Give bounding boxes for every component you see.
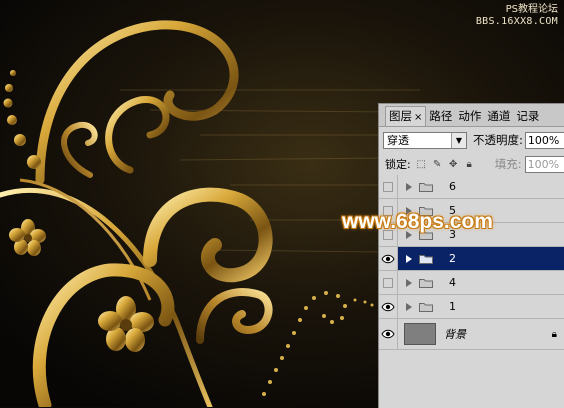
tab-layers[interactable]: 图层 ×	[385, 106, 427, 126]
layer-name: 背景	[444, 328, 466, 341]
close-icon[interactable]: ×	[414, 112, 422, 123]
layers-panel: 图层 × 路径 动作 通道 记录 穿透 ▼ 不透明度: 100% 锁定: ⬚ ✎ …	[378, 103, 564, 408]
layer-row[interactable]: 6	[379, 175, 564, 199]
tab-history[interactable]: 记录	[513, 107, 542, 126]
layer-row[interactable]: 1	[379, 295, 564, 319]
layer-name: 2	[449, 252, 456, 265]
tab-channels[interactable]: 通道	[484, 107, 513, 126]
watermark-line2: BBS.16XX8.COM	[475, 16, 558, 27]
layer-name: 4	[449, 276, 456, 289]
tab-label: 图层	[389, 109, 412, 123]
layer-row[interactable]: 2	[379, 247, 564, 271]
folder-icon	[419, 302, 433, 312]
eye-icon[interactable]	[379, 247, 398, 270]
blend-mode-value: 穿透	[387, 134, 409, 147]
opacity-label: 不透明度:	[473, 133, 523, 147]
lock-row: 锁定: ⬚ ✎ ✥ 🔒︎ 填充: 100%	[379, 153, 564, 176]
tab-actions[interactable]: 动作	[455, 107, 484, 126]
layer-thumbnail	[404, 323, 436, 345]
layer-row[interactable]: 4	[379, 271, 564, 295]
layer-list: 6 5 3 2 4 1 背景 🔒︎	[379, 175, 564, 350]
opacity-input[interactable]: 100%	[524, 131, 564, 149]
blend-row: 穿透 ▼ 不透明度: 100%	[379, 127, 564, 153]
panel-tabs: 图层 × 路径 动作 通道 记录	[379, 104, 564, 127]
watermark-center: www.68ps.com	[342, 210, 493, 233]
eye-icon[interactable]	[379, 319, 398, 349]
tab-paths[interactable]: 路径	[426, 107, 455, 126]
eye-icon[interactable]	[379, 295, 398, 318]
expand-triangle-icon[interactable]	[406, 254, 412, 263]
blend-mode-select[interactable]: 穿透 ▼	[383, 131, 467, 149]
watermark-line1: PS教程论坛	[505, 4, 558, 15]
folder-icon	[419, 254, 433, 264]
background-layer-row[interactable]: 背景 🔒︎	[379, 319, 564, 350]
expand-triangle-icon[interactable]	[406, 278, 412, 287]
folder-icon	[419, 278, 433, 288]
lock-all-icon[interactable]: 🔒︎	[464, 159, 475, 170]
folder-icon	[419, 182, 433, 192]
watermark-top: PS教程论坛 BBS.16XX8.COM	[476, 4, 558, 28]
visibility-toggle[interactable]	[379, 271, 398, 294]
chevron-down-icon: ▼	[451, 132, 466, 148]
lock-transparency-icon[interactable]: ⬚	[416, 159, 427, 170]
lock-label: 锁定:	[385, 158, 411, 171]
visibility-toggle[interactable]	[379, 175, 398, 198]
expand-triangle-icon[interactable]	[406, 302, 412, 311]
fill-label: 填充:	[494, 157, 522, 171]
lock-pixels-icon[interactable]: ✎	[432, 159, 443, 170]
expand-triangle-icon[interactable]	[406, 182, 412, 191]
layer-name: 1	[449, 300, 456, 313]
fill-input[interactable]: 100%	[524, 155, 564, 173]
lock-icon: 🔒︎	[551, 328, 557, 340]
layer-name: 6	[449, 180, 456, 193]
lock-position-icon[interactable]: ✥	[448, 159, 459, 170]
